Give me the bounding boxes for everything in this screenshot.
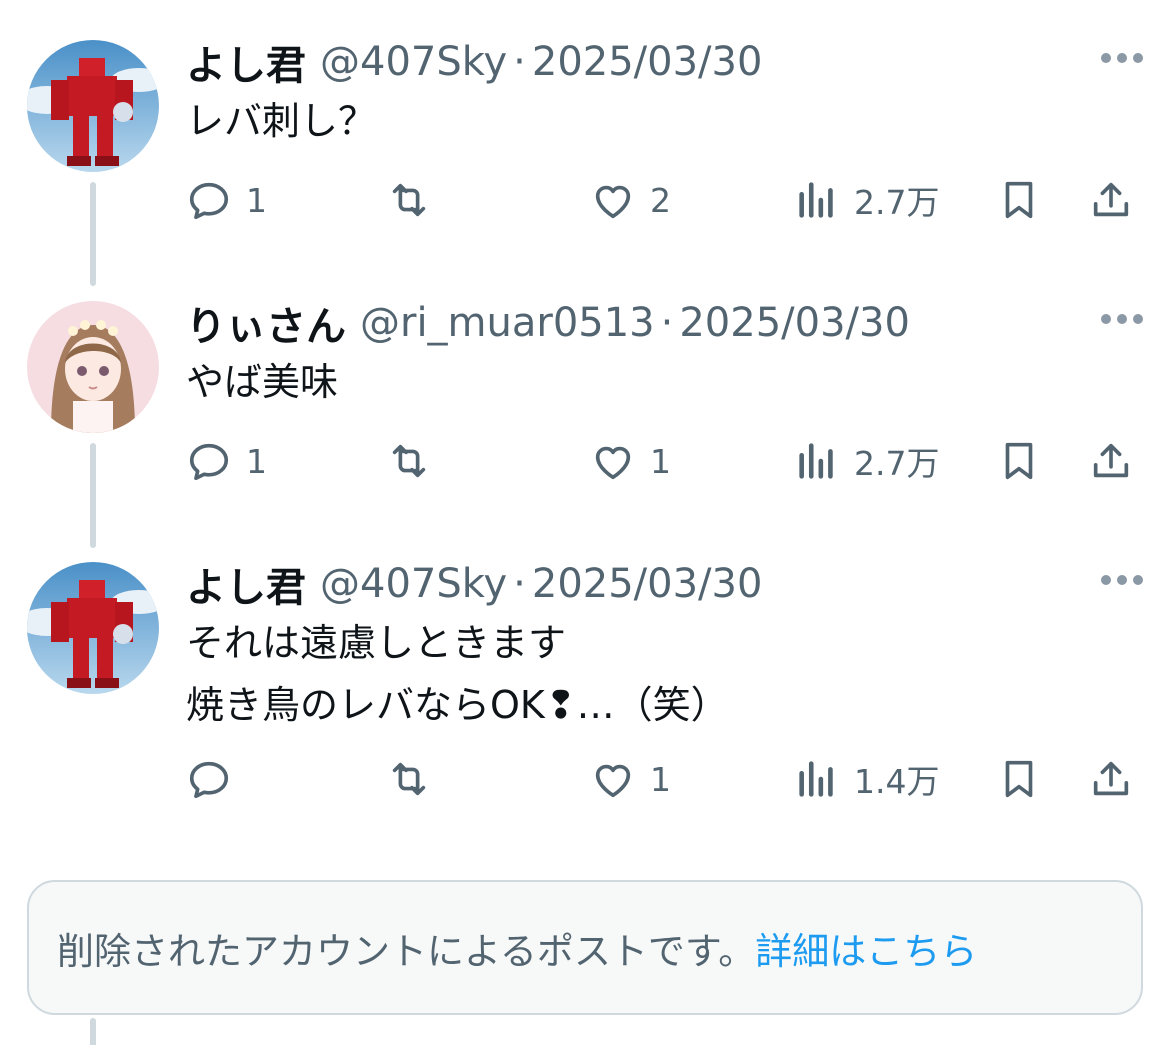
share-icon [1088, 756, 1134, 802]
like-button[interactable]: 2 [590, 175, 671, 225]
heart-icon [590, 177, 636, 223]
tweet-date[interactable]: 2025/03/30 [532, 561, 763, 607]
avatar[interactable] [27, 301, 159, 433]
more-options-icon[interactable] [1098, 38, 1146, 78]
avatar[interactable] [27, 40, 159, 172]
deleted-post-message: 削除されたアカウントによるポストです。 [57, 929, 756, 973]
like-count: 2 [650, 180, 671, 220]
views-button[interactable]: 2.7万 [794, 175, 939, 225]
retweet-icon [386, 756, 432, 802]
views-chart-icon [794, 438, 840, 484]
user-handle[interactable]: @ri_muar0513 [360, 300, 655, 346]
details-link[interactable]: 詳細はこちら [755, 921, 977, 975]
share-button[interactable] [1088, 175, 1134, 225]
deleted-post-notice: 削除されたアカウントによるポストです。 詳細はこちら [27, 880, 1143, 1015]
reply-button[interactable] [186, 754, 246, 804]
views-chart-icon [794, 756, 840, 802]
retweet-button[interactable] [386, 175, 446, 225]
retweet-button[interactable] [386, 436, 446, 486]
retweet-icon [386, 438, 432, 484]
share-icon [1088, 177, 1134, 223]
views-button[interactable]: 1.4万 [794, 754, 939, 804]
user-handle[interactable]: @407Sky [320, 39, 507, 85]
heart-icon [590, 756, 636, 802]
reply-icon [186, 756, 232, 802]
views-button[interactable]: 2.7万 [794, 436, 939, 486]
retweet-icon [386, 177, 432, 223]
separator-dot: · [660, 300, 674, 346]
tweet-header: よし君 @407Sky · 2025/03/30 [186, 552, 762, 616]
view-count: 2.7万 [854, 444, 940, 483]
tweet-date[interactable]: 2025/03/30 [679, 300, 910, 346]
bookmark-button[interactable] [996, 754, 1042, 804]
thread-line [90, 1018, 96, 1045]
separator-dot: · [513, 39, 526, 85]
tweet-header: よし君 @407Sky · 2025/03/30 [186, 30, 762, 94]
reply-icon [186, 177, 232, 223]
tweet-text: やば美味 [186, 360, 339, 404]
anime-girl-avatar-icon [27, 301, 159, 433]
red-robot-avatar-icon [27, 562, 159, 694]
bookmark-icon [996, 438, 1042, 484]
tweet[interactable]: よし君 @407Sky · 2025/03/30 レバ刺し？ 1 2 2.7万 [0, 30, 1170, 260]
more-options-icon[interactable] [1098, 299, 1146, 339]
heart-icon [590, 438, 636, 484]
reply-button[interactable]: 1 [186, 175, 267, 225]
bookmark-icon [996, 756, 1042, 802]
reply-count: 1 [246, 441, 267, 481]
view-count: 2.7万 [854, 183, 940, 222]
user-handle[interactable]: @407Sky [320, 561, 507, 607]
tweet-text: それは遠慮しときます 焼き鳥のレバならOK❢…（笑） [186, 621, 729, 727]
tweet-text: レバ刺し？ [186, 99, 377, 143]
bookmark-button[interactable] [996, 175, 1042, 225]
share-button[interactable] [1088, 754, 1134, 804]
tweet-header: りぃさん @ri_muar0513 · 2025/03/30 [186, 291, 910, 355]
red-robot-avatar-icon [27, 40, 159, 172]
retweet-button[interactable] [386, 754, 446, 804]
reply-icon [186, 438, 232, 484]
share-icon [1088, 438, 1134, 484]
display-name[interactable]: よし君 [186, 33, 306, 91]
display-name[interactable]: よし君 [186, 555, 306, 613]
reply-button[interactable]: 1 [186, 436, 267, 486]
separator-dot: · [513, 561, 526, 607]
tweet-actions: 1 1.4万 [186, 754, 1140, 804]
display-name[interactable]: りぃさん [186, 294, 346, 352]
views-chart-icon [794, 177, 840, 223]
like-count: 1 [650, 759, 671, 799]
like-button[interactable]: 1 [590, 436, 671, 486]
like-button[interactable]: 1 [590, 754, 671, 804]
view-count: 1.4万 [854, 762, 940, 801]
tweet[interactable]: りぃさん @ri_muar0513 · 2025/03/30 やば美味 1 1 … [0, 291, 1170, 521]
tweet-actions: 1 1 2.7万 [186, 436, 1140, 486]
tweet-date[interactable]: 2025/03/30 [532, 39, 763, 85]
tweet[interactable]: よし君 @407Sky · 2025/03/30 それは遠慮しときます 焼き鳥の… [0, 552, 1170, 812]
reply-count: 1 [246, 180, 267, 220]
share-button[interactable] [1088, 436, 1134, 486]
like-count: 1 [650, 441, 671, 481]
tweet-actions: 1 2 2.7万 [186, 175, 1140, 225]
avatar[interactable] [27, 562, 159, 694]
bookmark-icon [996, 177, 1042, 223]
bookmark-button[interactable] [996, 436, 1042, 486]
more-options-icon[interactable] [1098, 560, 1146, 600]
